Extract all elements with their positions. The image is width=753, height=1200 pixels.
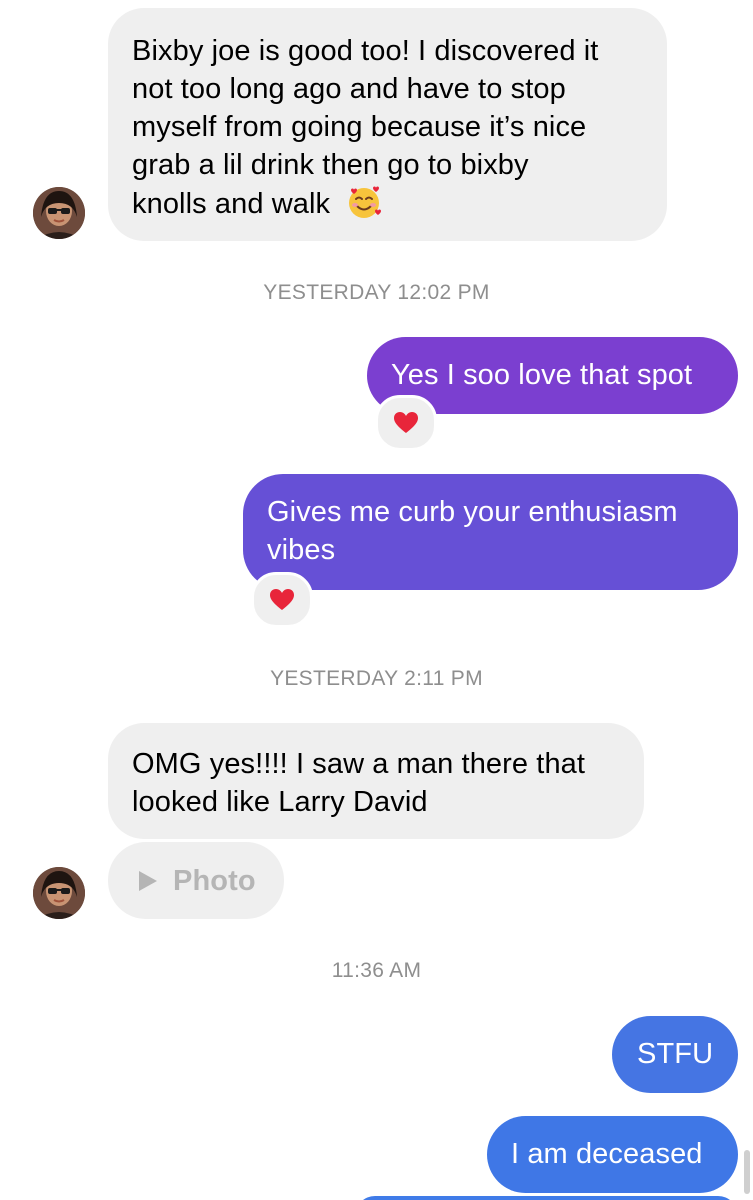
message-text: I am deceased [511, 1138, 703, 1170]
outgoing-message-bubble-partial[interactable] [355, 1196, 738, 1200]
message-line: Bixby joe is good too! I discovered it [132, 35, 599, 67]
message-line: vibes [267, 534, 336, 566]
message-line: not too long ago and have to stop [132, 73, 566, 105]
message-line: myself from going because it’s nice [132, 111, 587, 143]
outgoing-message-bubble[interactable]: STFU [612, 1016, 738, 1093]
heart-icon [394, 412, 418, 433]
message-line: OMG yes!!!! I saw a man there that [132, 748, 586, 780]
incoming-message-bubble[interactable]: OMG yes!!!! I saw a man there that looke… [108, 723, 644, 839]
message-line: Gives me curb your enthusiasm [267, 496, 678, 528]
contact-avatar[interactable] [33, 187, 85, 239]
heart-icon [270, 589, 294, 610]
message-line: grab a lil drink then go to bixby [132, 149, 529, 181]
message-line-text: knolls and walk [132, 188, 331, 220]
photo-attachment-button[interactable]: Photo [108, 842, 284, 919]
timestamp: YESTERDAY 2:11 PM [270, 667, 483, 690]
outgoing-message-bubble[interactable]: I am deceased [487, 1116, 738, 1193]
message-line: knolls and walk [132, 184, 667, 230]
reaction-badge[interactable] [375, 395, 437, 451]
incoming-message-bubble[interactable]: Bixby joe is good too! I discovered it n… [108, 8, 667, 241]
contact-avatar[interactable] [33, 867, 85, 919]
play-icon [139, 870, 157, 891]
timestamp: 11:36 AM [331, 959, 422, 982]
smiling-face-with-hearts-icon [346, 184, 382, 230]
message-text: STFU [637, 1038, 714, 1070]
reaction-badge[interactable] [251, 572, 313, 628]
message-text: Yes I soo love that spot [391, 359, 693, 391]
outgoing-message-bubble[interactable]: Gives me curb your enthusiasm vibes [243, 474, 738, 590]
avatar-photo-icon [33, 187, 85, 239]
photo-label: Photo [173, 864, 256, 897]
timestamp: YESTERDAY 12:02 PM [263, 281, 490, 304]
message-thread[interactable]: Bixby joe is good too! I discovered it n… [0, 0, 753, 1200]
message-line: looked like Larry David [132, 786, 428, 818]
scrollbar[interactable] [744, 1150, 750, 1194]
avatar-photo-icon [33, 867, 85, 919]
